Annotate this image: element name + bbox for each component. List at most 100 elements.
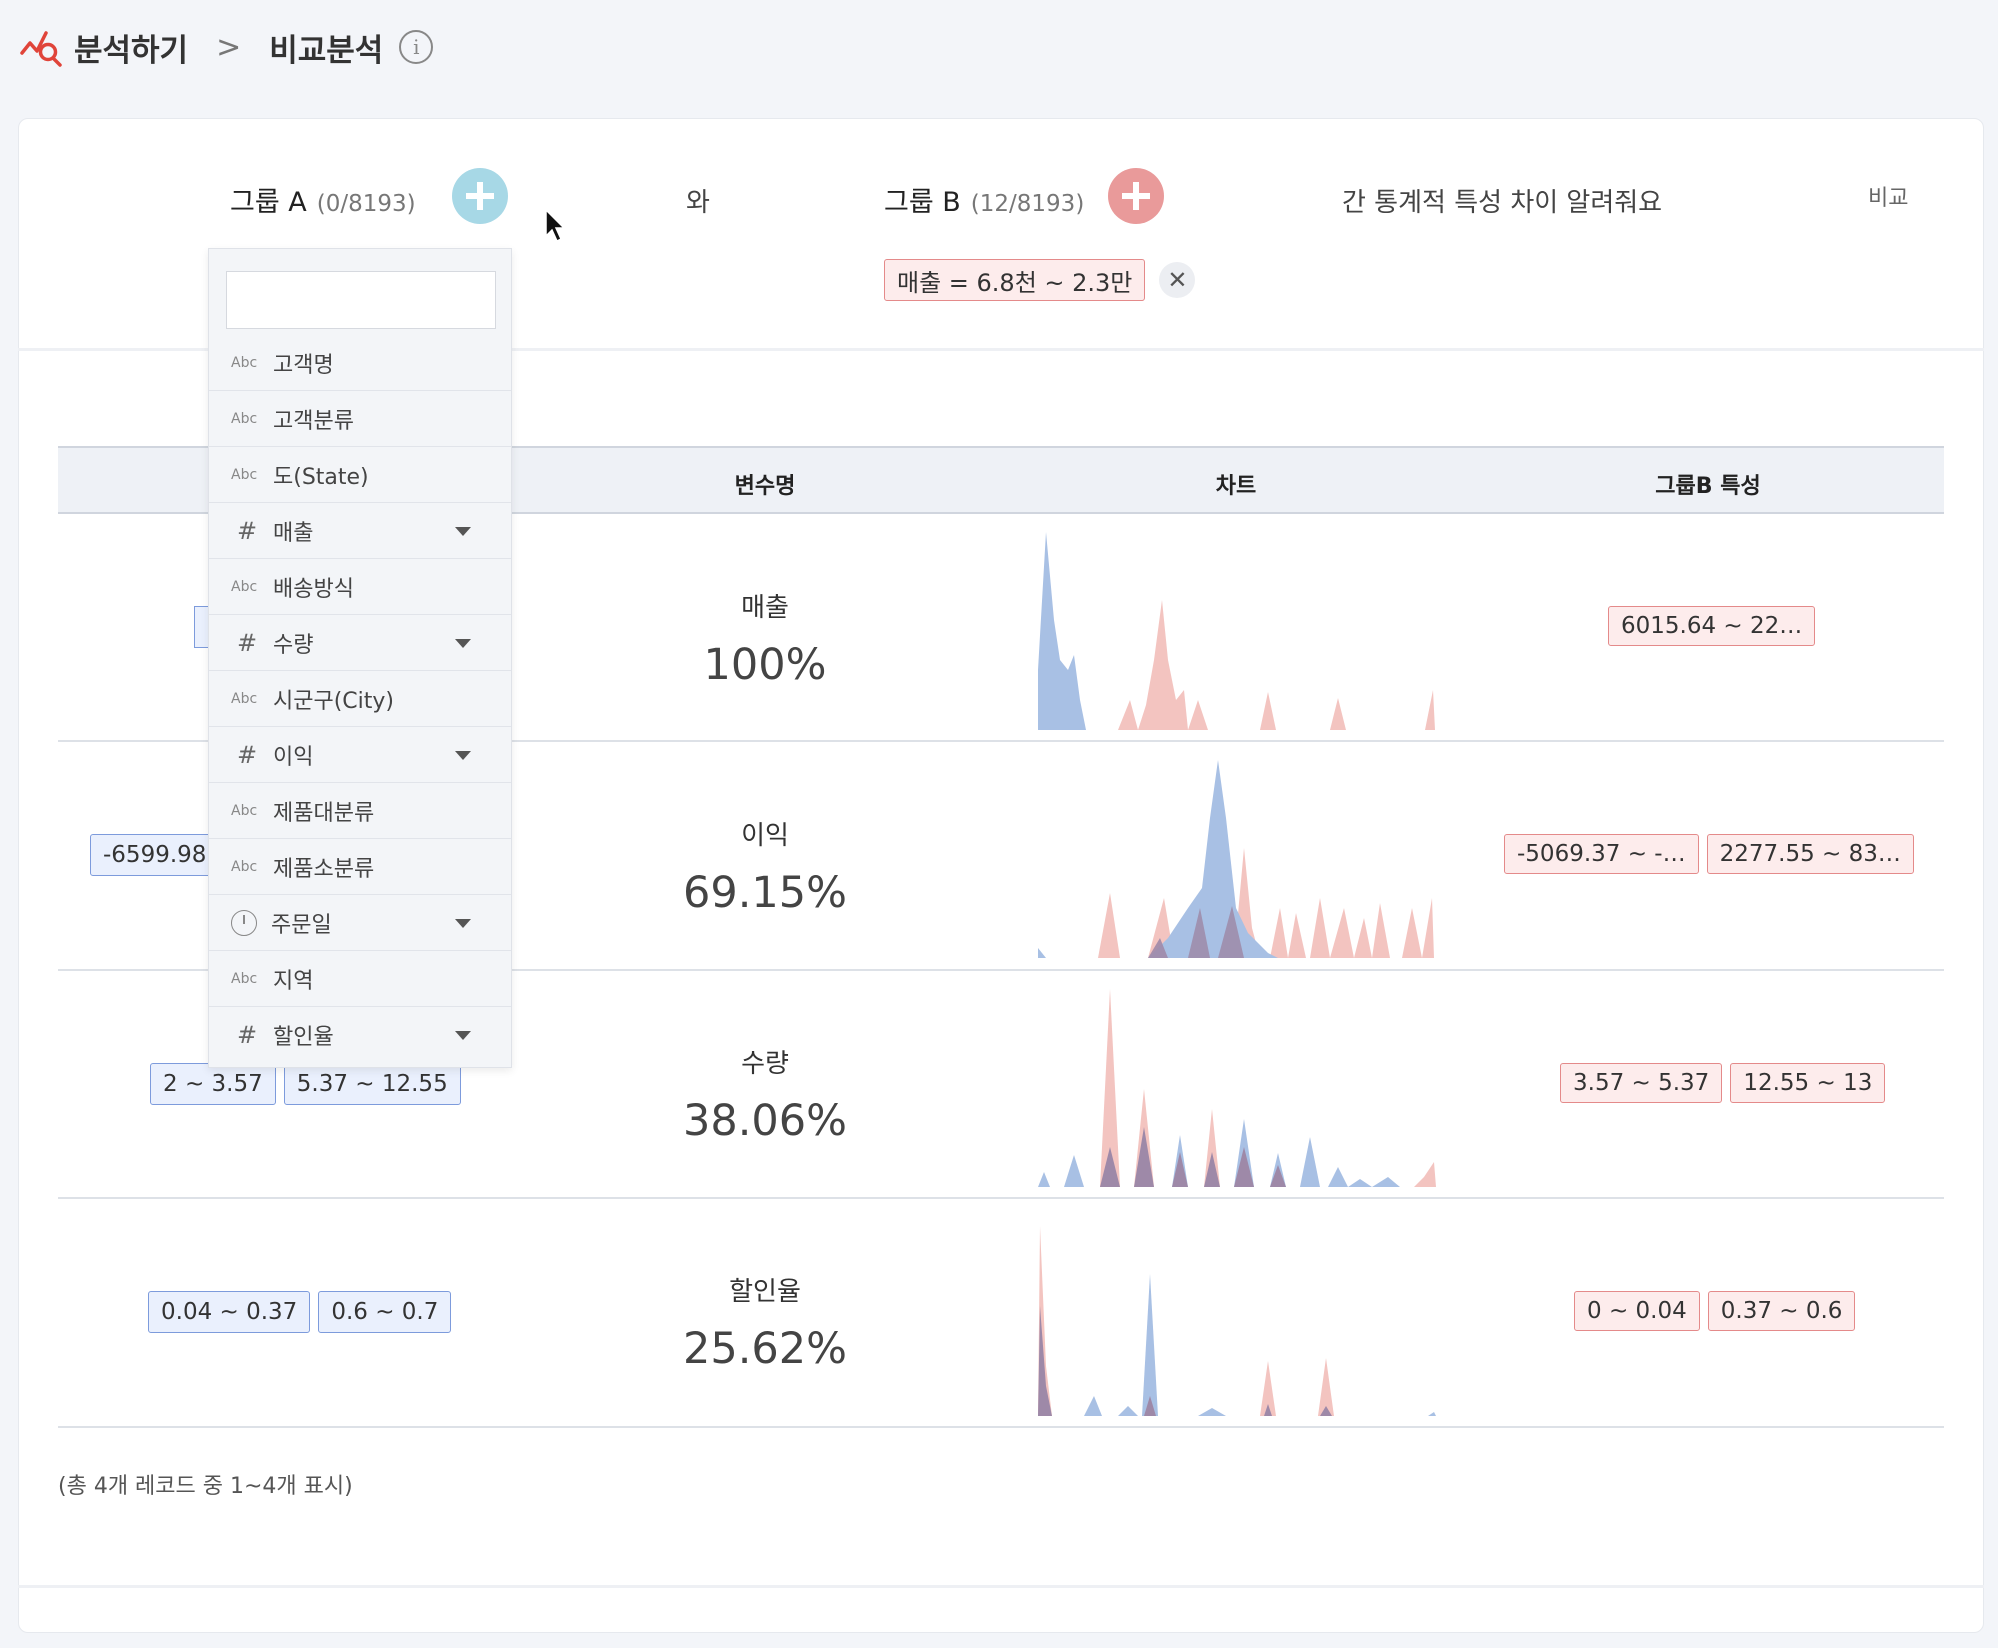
group-a-tag[interactable]: 0.04 ~ 0.37 [148,1291,311,1333]
info-icon[interactable]: i [399,30,434,64]
dropdown-item-city[interactable]: Abc 시군구(City) [209,671,511,727]
dropdown-item-label: 제품소분류 [273,856,375,882]
dropdown-item-label: 고객명 [273,352,334,378]
variable-search-input[interactable] [226,271,496,329]
row-2-b-tags: -5069.37 ~ -… 2277.55 ~ 83… [1504,834,1914,874]
group-b-add-button[interactable] [1108,168,1164,224]
text-type-icon: Abc [231,858,258,875]
connector-text: 와 [686,188,710,218]
row-4-a-tags: 0.04 ~ 0.37 0.6 ~ 0.7 [148,1291,452,1333]
group-b-tag[interactable]: 0.37 ~ 0.6 [1707,1291,1856,1331]
breadcrumb-separator: > [216,29,242,65]
text-type-icon: Abc [231,802,258,819]
group-a-selector: 그룹 A (0/8193) [230,180,416,219]
caret-down-icon[interactable] [455,1031,471,1040]
text-type-icon: Abc [231,410,258,427]
dropdown-item-label: 매출 [273,520,314,546]
dropdown-item-customer-name[interactable]: Abc 고객명 [209,335,511,391]
row-4-variable: 할인율 [729,1277,801,1307]
compare-button[interactable]: 비교 [1868,180,1908,212]
caret-down-icon[interactable] [455,527,471,536]
dropdown-item-label: 시군구(City) [273,688,395,714]
text-type-icon: Abc [231,354,258,371]
number-type-icon: # [237,1021,258,1049]
group-b-tag[interactable]: 6015.64 ~ 22… [1608,606,1816,646]
bottom-divider [18,1585,1984,1588]
text-type-icon: Abc [231,578,258,595]
dropdown-item-category[interactable]: Abc 제품대분류 [209,783,511,839]
group-b-selector: 그룹 B (12/8193) [884,180,1084,219]
caret-down-icon[interactable] [455,639,471,648]
dropdown-item-sales[interactable]: # 매출 [209,503,511,559]
row-2-chart [1038,760,1434,958]
dropdown-item-customer-segment[interactable]: Abc 고객분류 [209,391,511,447]
row-3-a-tags: 2 ~ 3.57 5.37 ~ 12.55 [150,1063,461,1105]
record-count-note: (총 4개 레코드 중 1~4개 표시) [58,1474,353,1499]
dropdown-item-state[interactable]: Abc 도(State) [209,447,511,503]
group-b-tag[interactable]: 2277.55 ~ 83… [1706,834,1914,874]
row-3-b-tags: 3.57 ~ 5.37 12.55 ~ 13 [1560,1063,1886,1103]
dropdown-item-label: 수량 [273,632,314,658]
dropdown-item-ship-mode[interactable]: Abc 배송방식 [209,559,511,615]
text-type-icon: Abc [231,970,258,987]
group-a-tag[interactable]: -6599.98 [90,834,220,876]
group-a-tag[interactable]: 5.37 ~ 12.55 [283,1063,461,1105]
row-4-chart [1038,1226,1436,1416]
row-1-percent: 100% [703,640,827,690]
dropdown-item-region[interactable]: Abc 지역 [209,951,511,1007]
row-3-chart [1038,989,1436,1187]
number-type-icon: # [237,740,258,769]
header-variable: 변수명 [734,474,796,499]
dropdown-item-label: 제품대분류 [273,800,375,826]
row-2-percent: 69.15% [683,868,847,918]
group-b-tag[interactable]: 0 ~ 0.04 [1574,1291,1700,1331]
dropdown-item-discount[interactable]: # 할인율 [209,1007,511,1063]
header-chart: 차트 [1215,474,1257,499]
group-b-count: (12/8193) [970,191,1085,217]
dropdown-item-label: 지역 [273,968,314,994]
plus-icon [1122,182,1150,210]
mouse-cursor-icon [545,208,566,243]
header-groupb: 그룹B 특성 [1655,474,1761,499]
dropdown-item-profit[interactable]: # 이익 [209,727,511,783]
caret-down-icon[interactable] [455,751,471,760]
dropdown-item-label: 이익 [273,744,314,770]
group-b-tag[interactable]: 12.55 ~ 13 [1730,1063,1886,1103]
question-text: 간 통계적 특성 차이 알려줘요 [1342,188,1663,218]
caret-down-icon[interactable] [455,919,471,928]
dropdown-item-order-date[interactable]: 주문일 [209,895,511,951]
group-a-tag[interactable]: 2 ~ 3.57 [150,1063,276,1105]
row-divider [58,1426,1944,1428]
dropdown-item-label: 배송방식 [273,576,354,602]
group-b-tag[interactable]: -5069.37 ~ -… [1504,834,1699,874]
group-a-tag[interactable]: 0.6 ~ 0.7 [318,1291,452,1333]
variable-dropdown: Abc 고객명 Abc 고객분류 Abc 도(State) # 매출 Abc 배… [208,248,512,1068]
row-3-percent: 38.06% [683,1096,847,1146]
row-3-variable: 수량 [741,1049,789,1079]
row-1-b-tags: 6015.64 ~ 22… [1608,606,1816,646]
group-b-filter: 매출 = 6.8천 ~ 2.3만 ✕ [884,259,1196,301]
dropdown-item-subcategory[interactable]: Abc 제품소분류 [209,839,511,895]
dropdown-item-label: 도(State) [273,464,369,490]
close-icon[interactable]: ✕ [1159,262,1196,298]
dropdown-item-quantity[interactable]: # 수량 [209,615,511,671]
row-2-variable: 이익 [741,821,789,851]
number-type-icon: # [237,628,258,657]
group-b-filter-tag[interactable]: 매출 = 6.8천 ~ 2.3만 [884,259,1146,301]
row-1-variable: 매출 [741,593,789,623]
text-type-icon: Abc [231,466,258,483]
number-type-icon: # [237,516,258,545]
clock-icon [231,909,257,936]
group-a-count: (0/8193) [316,191,416,217]
breadcrumb-root[interactable]: 분석하기 [74,25,188,70]
analysis-logo-icon [20,31,62,67]
plus-icon [466,182,494,210]
row-divider [58,1197,1944,1199]
row-4-percent: 25.62% [683,1324,847,1374]
group-b-tag[interactable]: 3.57 ~ 5.37 [1560,1063,1723,1103]
row-1-chart [1038,532,1435,730]
dropdown-item-label: 주문일 [271,912,332,938]
group-a-add-button[interactable] [452,168,508,224]
text-type-icon: Abc [231,690,258,707]
row-2-a-tags: -6599.98 [90,834,220,876]
